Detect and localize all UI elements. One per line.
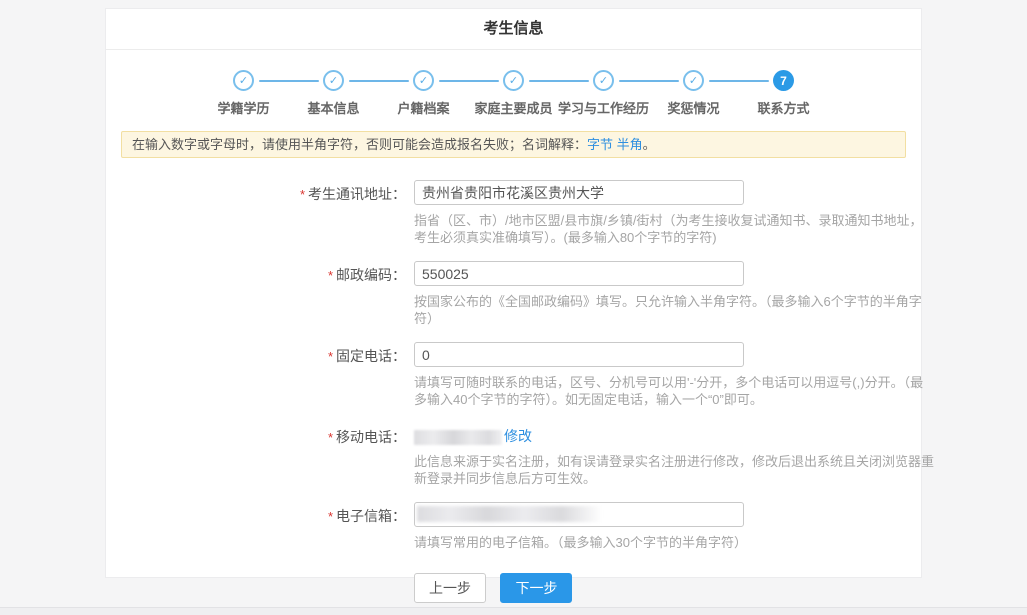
step-label: 基本信息 bbox=[307, 98, 359, 117]
label-colon: ： bbox=[392, 429, 406, 445]
postcode-help-text: 按国家公布的《全国邮政编码》填写。只允许输入半角字符。（最多输入6个字节的半角字… bbox=[414, 293, 934, 327]
field-label-email: *电子信箱： bbox=[106, 502, 406, 551]
form-row-postcode: *邮政编码： 按国家公布的《全国邮政编码》填写。只允许输入半角字符。（最多输入6… bbox=[106, 261, 921, 327]
step-item-family[interactable]: 家庭主要成员 bbox=[469, 70, 559, 117]
step-done-check-icon bbox=[593, 70, 614, 91]
step-item-huji[interactable]: 户籍档案 bbox=[379, 70, 469, 117]
step-done-check-icon bbox=[683, 70, 704, 91]
step-item-xueji[interactable]: 学籍学历 bbox=[199, 70, 289, 117]
required-marker: * bbox=[300, 187, 305, 202]
halfwidth-warning-banner: 在输入数字或字母时，请使用半角字符，否则可能会造成报名失败；名词解释：字节 半角… bbox=[121, 131, 906, 158]
previous-step-button[interactable]: 上一步 bbox=[414, 573, 486, 603]
mobile-help-text: 此信息来源于实名注册，如有误请登录实名注册进行修改，修改后退出系统且关闭浏览器重… bbox=[414, 453, 934, 487]
field-label-text: 邮政编码 bbox=[336, 267, 392, 283]
step-done-check-icon bbox=[503, 70, 524, 91]
step-done-check-icon bbox=[413, 70, 434, 91]
page-title: 考生信息 bbox=[106, 9, 921, 50]
address-input[interactable] bbox=[414, 180, 744, 205]
contact-info-form: *考生通讯地址： 指省（区、市）/地市区盟/县市旗/乡镇/街村（为考生接收复试通… bbox=[106, 180, 921, 603]
field-label-mobile: *移动电话： bbox=[106, 423, 406, 487]
step-label: 奖惩情况 bbox=[667, 98, 719, 117]
required-marker: * bbox=[328, 430, 333, 445]
wizard-stepper: 学籍学历 基本信息 户籍档案 家庭主要成员 学习与工作经历 奖惩情况 7 联系方… bbox=[106, 70, 921, 117]
postcode-input[interactable] bbox=[414, 261, 744, 286]
required-marker: * bbox=[328, 509, 333, 524]
candidate-info-panel: 考生信息 学籍学历 基本信息 户籍档案 家庭主要成员 学习与工作经历 奖惩情况 … bbox=[105, 8, 922, 578]
field-label-text: 移动电话 bbox=[336, 429, 392, 445]
required-marker: * bbox=[328, 349, 333, 364]
form-row-address: *考生通讯地址： 指省（区、市）/地市区盟/县市旗/乡镇/街村（为考生接收复试通… bbox=[106, 180, 921, 246]
mobile-number-redacted bbox=[414, 430, 502, 445]
step-done-check-icon bbox=[323, 70, 344, 91]
byte-definition-link[interactable]: 字节 bbox=[587, 137, 613, 152]
email-help-text: 请填写常用的电子信箱。（最多输入30个字节的半角字符） bbox=[414, 534, 934, 551]
mobile-value-row: 修改 bbox=[414, 423, 934, 446]
field-label-text: 固定电话 bbox=[336, 348, 392, 364]
step-done-check-icon bbox=[233, 70, 254, 91]
form-row-email: *电子信箱： 请填写常用的电子信箱。（最多输入30个字节的半角字符） bbox=[106, 502, 921, 551]
landline-help-text: 请填写可随时联系的电话，区号、分机号可以用'-'分开，多个电话可以用逗号(,)分… bbox=[414, 374, 934, 408]
field-label-address: *考生通讯地址： bbox=[106, 180, 406, 246]
notice-text: 在输入数字或字母时，请使用半角字符，否则可能会造成报名失败；名词解释： bbox=[132, 137, 587, 152]
step-label: 联系方式 bbox=[757, 98, 809, 117]
form-row-mobile: *移动电话： 修改 此信息来源于实名注册，如有误请登录实名注册进行修改，修改后退… bbox=[106, 423, 921, 487]
modify-mobile-link[interactable]: 修改 bbox=[504, 428, 532, 444]
step-number: 7 bbox=[780, 74, 787, 88]
label-colon: ： bbox=[392, 348, 406, 364]
step-label: 学籍学历 bbox=[217, 98, 269, 117]
form-row-landline: *固定电话： 请填写可随时联系的电话，区号、分机号可以用'-'分开，多个电话可以… bbox=[106, 342, 921, 408]
step-item-rewards[interactable]: 奖惩情况 bbox=[649, 70, 739, 117]
field-label-landline: *固定电话： bbox=[106, 342, 406, 408]
field-label-text: 考生通讯地址 bbox=[308, 186, 392, 202]
label-colon: ： bbox=[392, 508, 406, 524]
step-item-contact-current[interactable]: 7 联系方式 bbox=[739, 70, 829, 117]
halfwidth-definition-link[interactable]: 半角 bbox=[617, 137, 643, 152]
label-colon: ： bbox=[392, 186, 406, 202]
step-item-experience[interactable]: 学习与工作经历 bbox=[559, 70, 649, 117]
email-input[interactable] bbox=[414, 502, 744, 527]
field-label-postcode: *邮政编码： bbox=[106, 261, 406, 327]
step-label: 家庭主要成员 bbox=[474, 98, 552, 117]
step-current-number-badge: 7 bbox=[773, 70, 794, 91]
step-label: 学习与工作经历 bbox=[558, 98, 649, 117]
form-actions: 上一步 下一步 bbox=[106, 573, 921, 603]
step-label: 户籍档案 bbox=[397, 98, 449, 117]
address-help-text: 指省（区、市）/地市区盟/县市旗/乡镇/街村（为考生接收复试通知书、录取通知书地… bbox=[414, 212, 934, 246]
next-step-button[interactable]: 下一步 bbox=[500, 573, 572, 603]
notice-suffix: 。 bbox=[643, 137, 656, 152]
required-marker: * bbox=[328, 268, 333, 283]
label-colon: ： bbox=[392, 267, 406, 283]
step-item-basic-info[interactable]: 基本信息 bbox=[289, 70, 379, 117]
landline-input[interactable] bbox=[414, 342, 744, 367]
field-label-text: 电子信箱 bbox=[336, 508, 392, 524]
